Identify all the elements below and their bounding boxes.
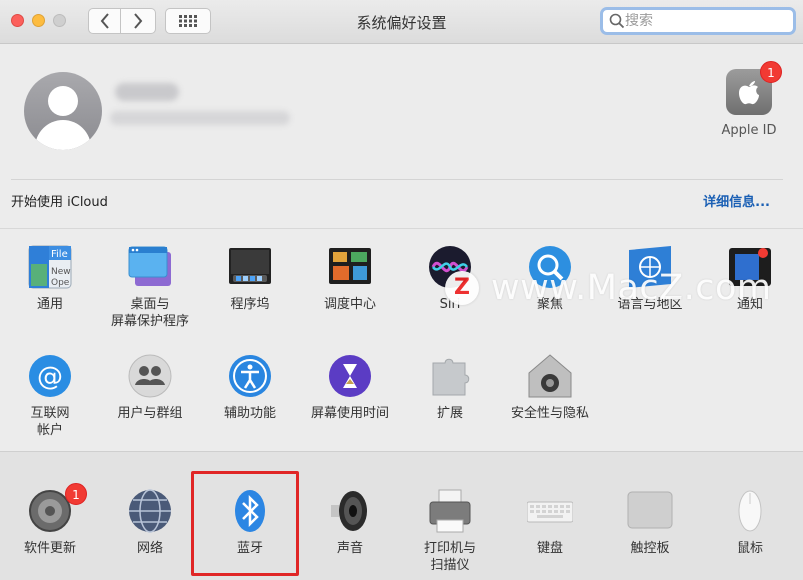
trackpad-icon — [627, 488, 673, 534]
network-icon — [127, 488, 173, 534]
pane-label: 辅助功能 — [223, 406, 276, 421]
keyboard-icon — [526, 488, 574, 534]
pane-label: 软件更新 — [23, 541, 76, 556]
pane-network[interactable]: 网络 — [100, 488, 200, 557]
software-update-badge: 1 — [65, 483, 87, 505]
pane-sound[interactable]: 声音 — [300, 488, 400, 557]
pane-label: 安全性与隐私 — [510, 406, 589, 421]
pane-screen-time[interactable]: 屏幕使用时间 — [300, 353, 400, 422]
general-icon: File New Ope — [27, 244, 73, 290]
apple-logo-icon — [739, 81, 759, 105]
pane-security-privacy[interactable]: 安全性与隐私 — [500, 353, 600, 422]
apple-id-badge: 1 — [760, 61, 782, 83]
pane-extensions[interactable]: 扩展 — [400, 353, 500, 422]
apple-id-label[interactable]: Apple ID — [712, 123, 786, 138]
preferences-section-hardware: 软件更新 1 网络 蓝牙 声音 打印机与 扫描仪 键盘 触控板 鼠标 — [0, 451, 803, 580]
svg-text:@: @ — [37, 362, 63, 392]
search-field[interactable] — [600, 7, 796, 35]
blurred-user-subtitle — [110, 111, 290, 125]
pane-dock[interactable]: 程序坞 — [200, 244, 300, 313]
bluetooth-highlight-box — [191, 471, 299, 576]
pane-label: 鼠标 — [736, 541, 763, 556]
svg-text:File: File — [51, 249, 68, 260]
search-input[interactable] — [625, 13, 785, 29]
pane-users-groups[interactable]: 用户与群组 — [100, 353, 200, 422]
pane-accessibility[interactable]: 辅助功能 — [200, 353, 300, 422]
avatar[interactable] — [24, 72, 102, 150]
preferences-section-personal: File New Ope 通用 桌面与 屏幕保护程序 程序坞 调度中心 Siri… — [0, 228, 803, 450]
pane-label: 互联网 帐户 — [30, 406, 70, 438]
pane-mouse[interactable]: 鼠标 — [700, 488, 800, 557]
sound-icon — [327, 488, 373, 534]
pane-printers-scanners[interactable]: 打印机与 扫描仪 — [400, 488, 500, 574]
pane-label: 桌面与 屏幕保护程序 — [110, 297, 189, 329]
accessibility-icon — [227, 353, 273, 399]
pane-label: 屏幕使用时间 — [310, 406, 389, 421]
watermark: Z www.MacZ.com — [445, 268, 772, 308]
pane-label: 声音 — [336, 541, 363, 556]
svg-text:New: New — [51, 267, 71, 277]
security-privacy-icon — [527, 353, 573, 399]
pane-desktop-screensaver[interactable]: 桌面与 屏幕保护程序 — [100, 244, 200, 330]
watermark-text: www.MacZ.com — [491, 268, 772, 308]
pane-label: 扩展 — [436, 406, 463, 421]
search-icon — [609, 13, 625, 29]
icloud-prompt: 开始使用 iCloud — [11, 195, 108, 210]
extensions-icon — [427, 353, 473, 399]
pane-label: 打印机与 扫描仪 — [423, 541, 476, 573]
details-link[interactable]: 详细信息... — [703, 191, 770, 210]
pane-label: 触控板 — [630, 541, 670, 556]
pane-label: 程序坞 — [230, 297, 270, 312]
pane-label: 通用 — [36, 297, 63, 312]
pane-internet-accounts[interactable]: @ 互联网 帐户 — [0, 353, 100, 439]
title-bar: 系统偏好设置 — [0, 0, 803, 44]
account-section: 1 Apple ID 开始使用 iCloud 详细信息... — [0, 45, 803, 228]
pane-label: 调度中心 — [323, 297, 376, 312]
pane-label: 用户与群组 — [117, 406, 183, 421]
internet-accounts-icon: @ — [27, 353, 73, 399]
pane-trackpad[interactable]: 触控板 — [600, 488, 700, 557]
printers-scanners-icon — [427, 488, 473, 534]
screen-time-icon — [327, 353, 373, 399]
desktop-screensaver-icon — [127, 244, 173, 290]
watermark-logo: Z — [445, 271, 479, 305]
pane-keyboard[interactable]: 键盘 — [500, 488, 600, 557]
mission-control-icon — [327, 244, 373, 290]
users-groups-icon — [127, 353, 173, 399]
mouse-icon — [727, 488, 773, 534]
dock-icon — [227, 244, 273, 290]
blurred-user-name — [115, 83, 179, 101]
pane-mission-control[interactable]: 调度中心 — [300, 244, 400, 313]
divider — [11, 179, 783, 180]
pane-general[interactable]: File New Ope 通用 — [0, 244, 100, 313]
svg-text:Ope: Ope — [51, 278, 70, 288]
pane-label: 网络 — [136, 541, 163, 556]
pane-label: 键盘 — [536, 541, 563, 556]
